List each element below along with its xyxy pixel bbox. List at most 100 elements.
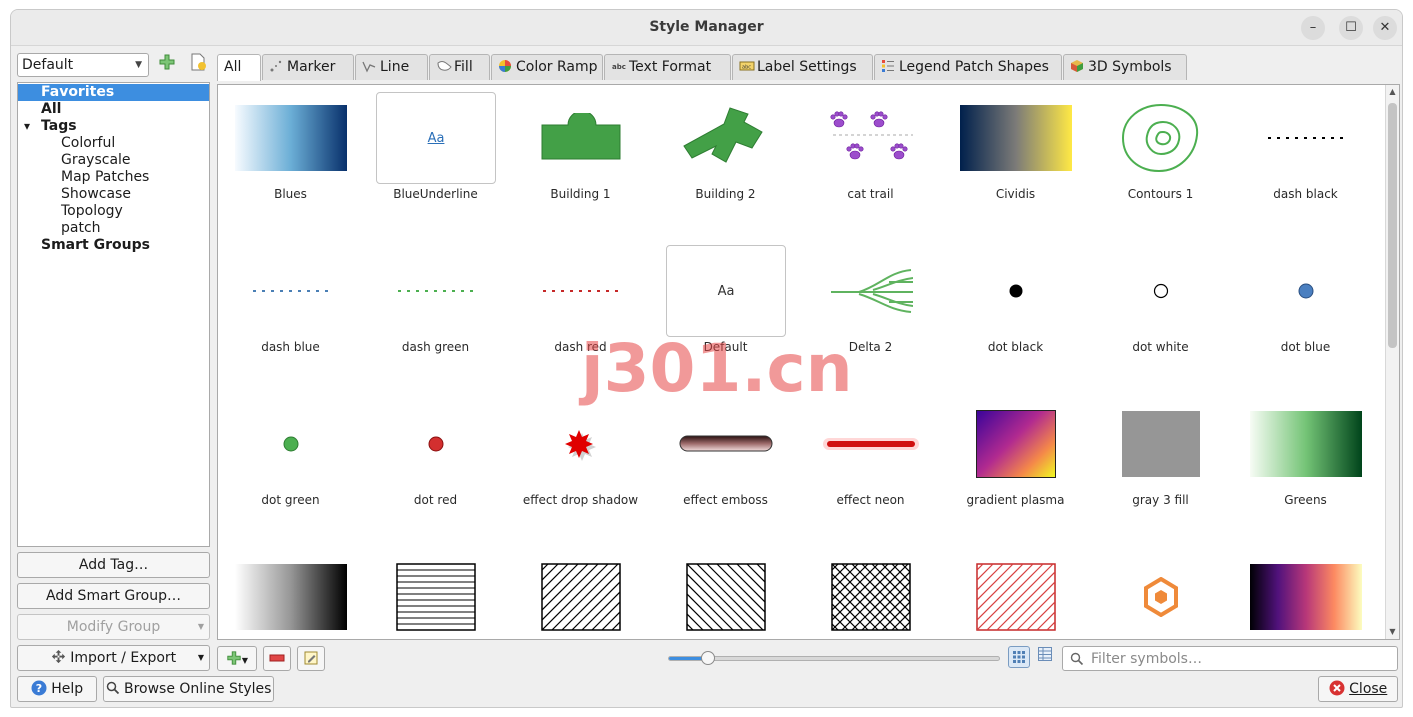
symbol-name: dash green bbox=[401, 340, 470, 354]
expand-arrow-icon[interactable]: ▾ bbox=[24, 118, 30, 135]
symbol-item-hatch-red[interactable] bbox=[943, 544, 1088, 639]
symbol-item-dot-black[interactable]: dot black bbox=[943, 238, 1088, 391]
symbol-item-hatch-cross[interactable] bbox=[798, 544, 943, 639]
list-view-icon bbox=[1038, 647, 1052, 661]
fill-icon bbox=[436, 58, 452, 82]
tree-item-tags[interactable]: ▾ Tags bbox=[18, 118, 77, 135]
filter-symbols-field[interactable] bbox=[1062, 646, 1398, 671]
tab-marker[interactable]: Marker bbox=[262, 54, 354, 80]
tab-all[interactable]: All bbox=[217, 54, 261, 81]
symbol-item-building-1[interactable]: Building 1 bbox=[508, 85, 653, 238]
symbol-item-default[interactable]: Aa Default bbox=[653, 238, 798, 391]
tree-item-all[interactable]: All bbox=[18, 101, 61, 118]
tab-fill[interactable]: Fill bbox=[429, 54, 490, 80]
remove-item-button[interactable] bbox=[263, 646, 291, 671]
tree-item-patch[interactable]: patch bbox=[18, 220, 101, 237]
symbol-item-hatch-horizontal[interactable] bbox=[363, 544, 508, 639]
symbol-item-cat-trail[interactable]: cat trail bbox=[798, 85, 943, 238]
symbol-item-blues[interactable]: Blues bbox=[218, 85, 363, 238]
modify-group-button: Modify Group ▼ bbox=[17, 614, 210, 640]
scrollbar-thumb[interactable] bbox=[1388, 103, 1397, 348]
tab-label: Legend Patch Shapes bbox=[899, 59, 1049, 75]
symbol-item-dash-red[interactable]: dash red bbox=[508, 238, 653, 391]
maximize-icon[interactable]: ☐ bbox=[1339, 16, 1363, 40]
search-icon bbox=[1070, 652, 1084, 666]
symbol-item-dot-white[interactable]: dot white bbox=[1088, 238, 1233, 391]
symbol-item-effect-drop-shadow[interactable]: effect drop shadow bbox=[508, 391, 653, 544]
scroll-up-icon[interactable]: ▲ bbox=[1386, 85, 1399, 99]
edit-item-button[interactable] bbox=[297, 646, 325, 671]
symbol-item-ramp-magma[interactable] bbox=[1233, 544, 1378, 639]
group-tree[interactable]: Favorites All ▾ Tags Colorful Grayscale Map Pa… bbox=[17, 82, 210, 547]
tree-item-showcase[interactable]: Showcase bbox=[18, 186, 131, 203]
icon-size-slider[interactable] bbox=[668, 656, 1000, 661]
symbol-item-delta-2[interactable]: Delta 2 bbox=[798, 238, 943, 391]
add-item-button[interactable]: ▼ bbox=[217, 646, 257, 671]
symbol-item-effect-neon[interactable]: effect neon bbox=[798, 391, 943, 544]
browse-online-styles-button[interactable]: Browse Online Styles bbox=[103, 676, 274, 702]
symbol-item-building-2[interactable]: Building 2 bbox=[653, 85, 798, 238]
minimize-icon[interactable]: – bbox=[1301, 16, 1325, 40]
tab-label-settings[interactable]: abc Label Settings bbox=[732, 54, 873, 80]
new-style-database-button[interactable] bbox=[186, 53, 210, 77]
symbol-item-dash-blue[interactable]: dash blue bbox=[218, 238, 363, 391]
symbol-name: dash blue bbox=[261, 340, 320, 354]
marker-icon bbox=[269, 58, 283, 82]
help-button[interactable]: ? Help bbox=[17, 676, 97, 702]
symbol-item-hexagon[interactable] bbox=[1088, 544, 1233, 639]
scroll-down-icon[interactable]: ▼ bbox=[1386, 625, 1399, 639]
symbol-item-gray-3-fill[interactable]: gray 3 fill bbox=[1088, 391, 1233, 544]
symbol-item-cividis[interactable]: Cividis bbox=[943, 85, 1088, 238]
tree-item-map-patches[interactable]: Map Patches bbox=[18, 169, 149, 186]
tree-item-smart-groups[interactable]: Smart Groups bbox=[18, 237, 150, 254]
tab-3d-symbols[interactable]: 3D Symbols bbox=[1063, 54, 1187, 80]
close-window-icon[interactable]: ✕ bbox=[1373, 16, 1397, 40]
symbol-item-dot-green[interactable]: dot green bbox=[218, 391, 363, 544]
tree-item-grayscale[interactable]: Grayscale bbox=[18, 152, 131, 169]
style-database-combo[interactable]: Default ▼ bbox=[17, 53, 149, 77]
tree-item-favorites[interactable]: Favorites bbox=[18, 84, 209, 101]
emboss-preview bbox=[666, 398, 786, 490]
add-style-database-button[interactable] bbox=[155, 53, 179, 77]
symbol-name: dot blue bbox=[1280, 340, 1331, 354]
symbol-item-blueunderline[interactable]: Aa BlueUnderline bbox=[363, 85, 508, 238]
window-title: Style Manager bbox=[649, 19, 764, 35]
tab-color-ramp[interactable]: Color Ramp bbox=[491, 54, 603, 80]
symbol-name: effect drop shadow bbox=[522, 493, 639, 507]
dot-black-preview bbox=[956, 245, 1076, 337]
tab-text-format[interactable]: abc Text Format bbox=[604, 54, 731, 80]
tab-legend-patch-shapes[interactable]: Legend Patch Shapes bbox=[874, 54, 1062, 80]
symbol-name: Contours 1 bbox=[1127, 187, 1194, 201]
filter-symbols-input[interactable] bbox=[1089, 649, 1389, 668]
symbol-grid[interactable]: Blues Aa BlueUnderline Building 1 Building 2… bbox=[217, 84, 1400, 640]
symbol-item-ramp-greys[interactable] bbox=[218, 544, 363, 639]
tab-line[interactable]: Line bbox=[355, 54, 428, 80]
symbol-item-effect-emboss[interactable]: effect emboss bbox=[653, 391, 798, 544]
icon-size-slider-handle[interactable] bbox=[700, 651, 715, 665]
add-smart-group-button[interactable]: Add Smart Group… bbox=[17, 583, 210, 609]
import-export-button[interactable]: Import / Export ▼ bbox=[17, 645, 210, 671]
symbol-item-contours-1[interactable]: Contours 1 bbox=[1088, 85, 1233, 238]
plasma-fill-preview bbox=[956, 398, 1076, 490]
symbol-item-greens[interactable]: Greens bbox=[1233, 391, 1378, 544]
icon-view-button[interactable] bbox=[1008, 646, 1030, 668]
symbol-name: Delta 2 bbox=[848, 340, 893, 354]
symbol-item-dot-blue[interactable]: dot blue bbox=[1233, 238, 1378, 391]
symbol-item-dash-black[interactable]: dash black bbox=[1233, 85, 1378, 238]
tree-item-topology[interactable]: Topology bbox=[18, 203, 123, 220]
list-view-button[interactable] bbox=[1033, 645, 1057, 669]
symbol-item-hatch-diagonal-rev[interactable] bbox=[653, 544, 798, 639]
vertical-scrollbar[interactable]: ▲ ▼ bbox=[1385, 85, 1399, 639]
symbol-item-gradient-plasma[interactable]: gradient plasma bbox=[943, 391, 1088, 544]
grid-view-icon bbox=[1013, 651, 1025, 663]
tab-label: Fill bbox=[454, 59, 473, 75]
symbol-item-dash-green[interactable]: dash green bbox=[363, 238, 508, 391]
symbol-item-dot-red[interactable]: dot red bbox=[363, 391, 508, 544]
symbol-item-hatch-diagonal[interactable] bbox=[508, 544, 653, 639]
add-tag-button[interactable]: Add Tag… bbox=[17, 552, 210, 578]
close-button[interactable]: Close bbox=[1318, 676, 1398, 702]
symbol-name: Cividis bbox=[995, 187, 1036, 201]
close-icon bbox=[1329, 680, 1345, 696]
symbol-name: effect neon bbox=[836, 493, 905, 507]
tree-item-colorful[interactable]: Colorful bbox=[18, 135, 115, 152]
